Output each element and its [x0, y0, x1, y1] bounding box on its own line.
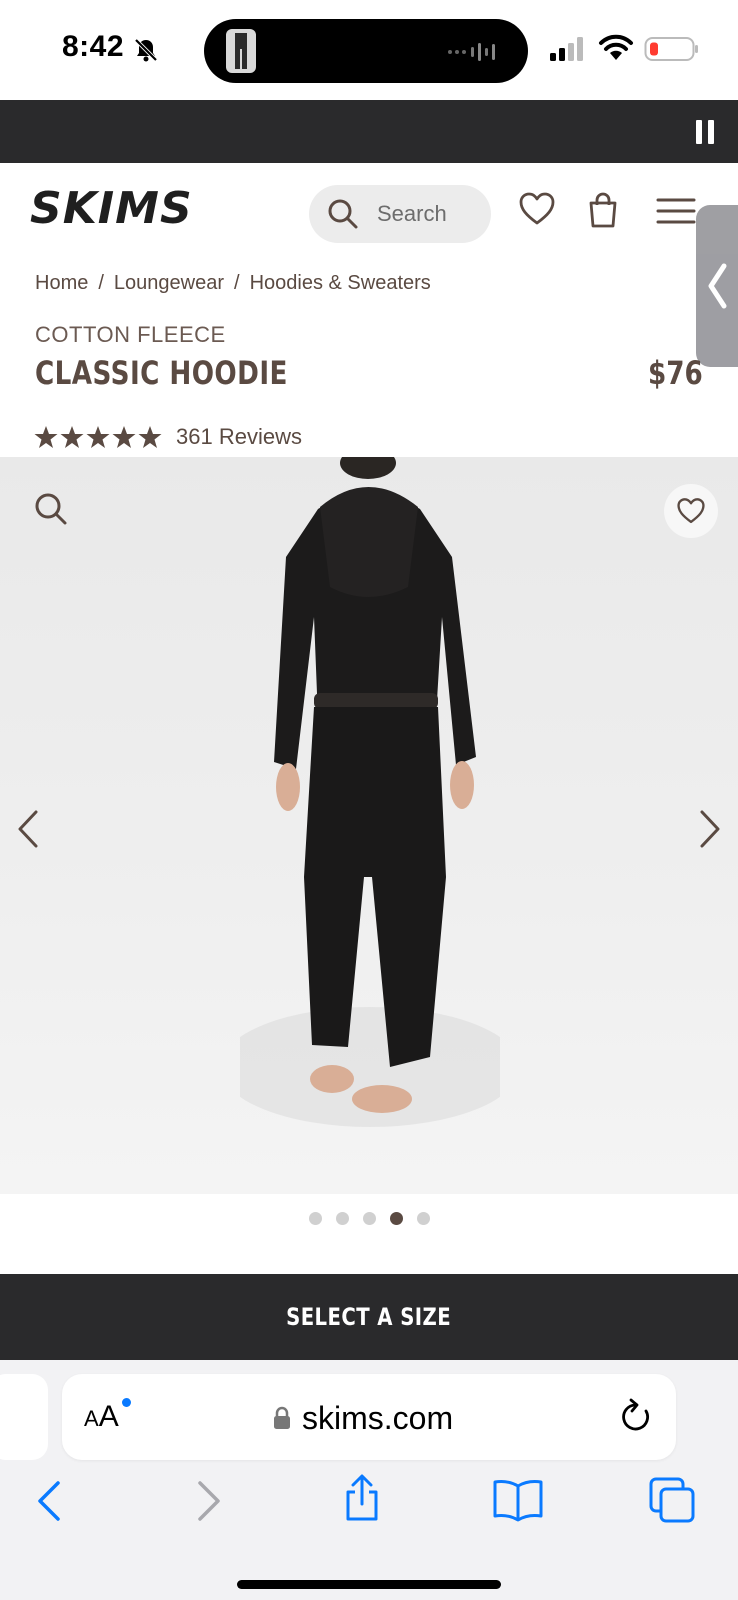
reader-text-size-button[interactable]: AA — [84, 1400, 119, 1434]
star-icon — [34, 426, 58, 448]
share-icon[interactable] — [342, 1474, 382, 1522]
product-title: CLASSIC HOODIE — [35, 354, 288, 392]
reload-icon[interactable] — [618, 1398, 654, 1436]
star-icon — [86, 426, 110, 448]
tabs-icon[interactable] — [648, 1476, 696, 1524]
star-icon — [112, 426, 136, 448]
favorite-button[interactable] — [664, 484, 718, 538]
shopping-bag-icon[interactable] — [588, 191, 618, 229]
search-placeholder: Search — [377, 201, 447, 226]
lock-icon — [274, 1406, 290, 1429]
browser-chrome: AA skims.com — [0, 1360, 738, 1600]
carousel-dot[interactable] — [416, 1212, 430, 1225]
status-bar: 8:42 — [0, 0, 738, 100]
dynamic-island[interactable] — [204, 19, 528, 83]
product-image-carousel[interactable] — [0, 457, 738, 1194]
review-count[interactable]: 361 Reviews — [176, 424, 302, 450]
svg-text:SKIMS: SKIMS — [30, 183, 193, 231]
hamburger-menu-icon[interactable] — [656, 197, 696, 225]
rating-stars — [34, 425, 162, 449]
cellular-signal-icon — [550, 37, 583, 61]
product-price: $76 — [648, 354, 703, 392]
breadcrumb: Home / Loungewear / Hoodies & Sweaters — [35, 272, 431, 295]
battery-low-icon — [644, 37, 698, 61]
wifi-icon — [599, 34, 633, 60]
notification-dot — [122, 1398, 131, 1407]
product-collection: COTTON FLEECE — [35, 322, 226, 347]
status-time: 8:42 — [62, 30, 125, 63]
star-icon — [60, 426, 84, 448]
star-icon — [138, 426, 162, 448]
model-photo — [240, 457, 500, 1127]
previous-image-icon[interactable] — [16, 809, 40, 849]
announcement-bar — [0, 100, 738, 163]
search-icon — [328, 199, 358, 229]
breadcrumb-home[interactable]: Home — [35, 272, 88, 294]
back-icon[interactable] — [36, 1480, 62, 1522]
carousel-dot[interactable] — [335, 1212, 349, 1225]
side-drawer-tab[interactable] — [696, 205, 738, 367]
heart-icon — [677, 498, 705, 524]
breadcrumb-loungewear[interactable]: Loungewear — [114, 272, 224, 294]
wishlist-heart-icon[interactable] — [518, 191, 556, 227]
breadcrumb-separator: / — [98, 272, 104, 294]
select-size-label: SELECT A SIZE — [286, 1303, 452, 1331]
audio-wave-icon — [448, 43, 495, 61]
carousel-pagination — [0, 1212, 738, 1228]
chevron-left-icon — [708, 263, 727, 309]
pause-icon[interactable] — [696, 120, 716, 144]
zoom-icon[interactable] — [34, 492, 68, 526]
breadcrumb-hoodies-sweaters[interactable]: Hoodies & Sweaters — [250, 272, 431, 294]
forward-icon[interactable] — [196, 1480, 222, 1522]
breadcrumb-separator: / — [234, 272, 240, 294]
select-size-button[interactable]: SELECT A SIZE — [0, 1274, 738, 1360]
next-image-icon[interactable] — [698, 809, 722, 849]
site-header: SKIMS Search — [0, 163, 738, 263]
carousel-dot[interactable] — [389, 1212, 403, 1225]
previous-tab-peek[interactable] — [0, 1374, 48, 1460]
url-text: skims.com — [302, 1399, 454, 1436]
skims-logo[interactable]: SKIMS — [30, 183, 200, 231]
carousel-dot[interactable] — [308, 1212, 322, 1225]
product-rating[interactable]: 361 Reviews — [34, 422, 302, 452]
bookmarks-icon[interactable] — [492, 1478, 544, 1522]
carousel-dot[interactable] — [362, 1212, 376, 1225]
url-display[interactable]: skims.com — [272, 1398, 453, 1438]
now-playing-thumbnail — [226, 29, 256, 73]
search-bar[interactable]: Search — [309, 185, 491, 243]
bell-muted-icon — [134, 38, 158, 62]
home-indicator[interactable] — [237, 1580, 501, 1589]
address-bar[interactable]: AA skims.com — [62, 1374, 676, 1460]
